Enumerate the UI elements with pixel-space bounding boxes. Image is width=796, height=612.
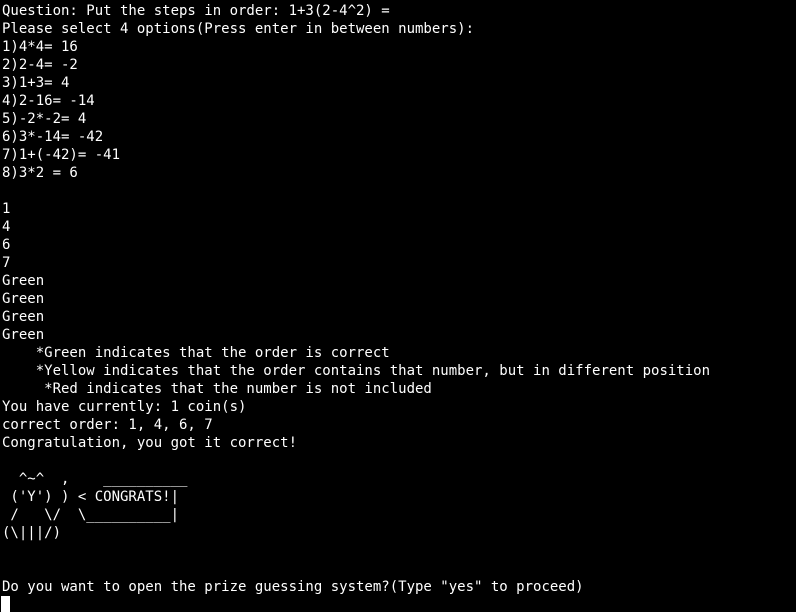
result-1: Green	[2, 273, 45, 289]
ascii-art-line-4: (\|||/)	[2, 525, 62, 541]
option-4: 4)2-16= -14	[2, 93, 95, 109]
option-5: 5)-2*-2= 4	[2, 111, 87, 127]
coin-count: You have currently: 1 coin(s)	[2, 399, 247, 415]
option-7: 7)1+(-42)= -41	[2, 147, 121, 163]
prize-prompt: Do you want to open the prize guessing s…	[2, 579, 584, 595]
instruction-text: Please select 4 options(Press enter in b…	[2, 21, 475, 37]
congrats-message: Congratulation, you got it correct!	[2, 435, 298, 451]
option-2: 2)2-4= -2	[2, 57, 78, 73]
option-8: 8)3*2 = 6	[2, 165, 78, 181]
user-input-1: 1	[2, 201, 11, 217]
legend-green: *Green indicates that the order is corre…	[2, 345, 390, 361]
option-6: 6)3*-14= -42	[2, 129, 104, 145]
question-text: Question: Put the steps in order: 1+3(2-…	[2, 3, 390, 19]
option-1: 1)4*4= 16	[2, 39, 78, 55]
ascii-art-line-2: ('Y') ) < CONGRATS!|	[2, 489, 180, 505]
result-4: Green	[2, 327, 45, 343]
option-3: 3)1+3= 4	[2, 75, 70, 91]
user-input-3: 6	[2, 237, 11, 253]
user-input-2: 4	[2, 219, 11, 235]
correct-order: correct order: 1, 4, 6, 7	[2, 417, 213, 433]
result-3: Green	[2, 309, 45, 325]
ascii-art-line-3: / \/ \__________|	[2, 507, 180, 523]
legend-yellow: *Yellow indicates that the order contain…	[2, 363, 711, 379]
ascii-art-line-1: ^~^ , __________	[2, 471, 188, 487]
text-cursor[interactable]	[1, 596, 10, 612]
result-2: Green	[2, 291, 45, 307]
legend-red: *Red indicates that the number is not in…	[2, 381, 432, 397]
user-input-4: 7	[2, 255, 11, 271]
terminal-window[interactable]: Question: Put the steps in order: 1+3(2-…	[0, 0, 796, 612]
